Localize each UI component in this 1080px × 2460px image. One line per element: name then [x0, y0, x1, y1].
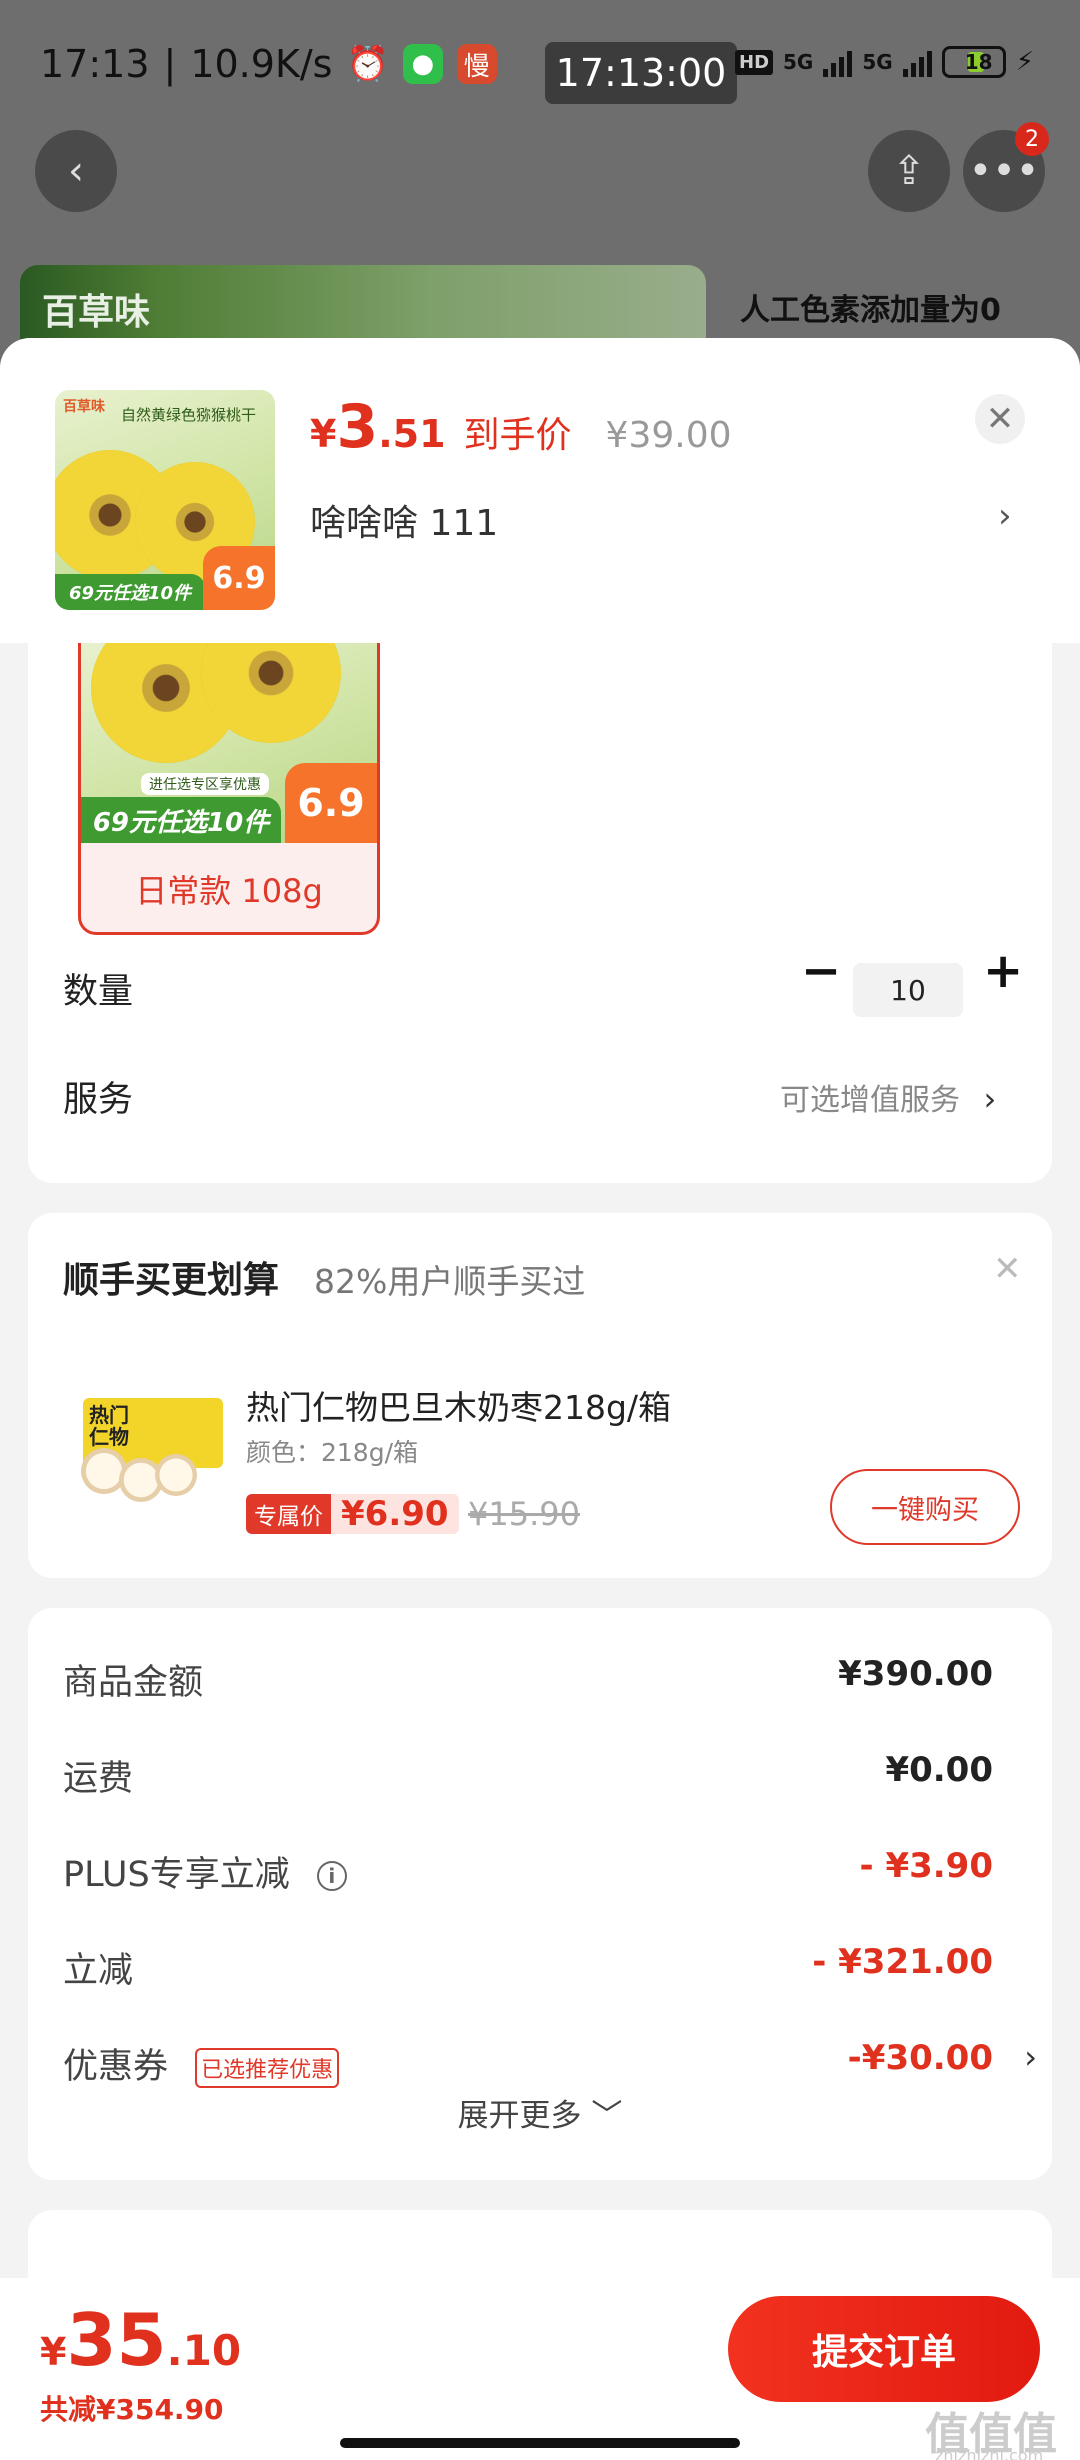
price-row-plus-discount: PLUS专享立减 i - ¥3.90	[63, 1846, 993, 1895]
alarm-icon: ⏰	[346, 44, 389, 84]
notification-badge: 2	[1015, 122, 1049, 156]
close-icon[interactable]: ✕	[993, 1249, 1022, 1289]
status-time: 17:13	[40, 42, 150, 86]
home-indicator[interactable]	[340, 2438, 740, 2448]
watermark-url: zhizhizhi.com	[935, 2446, 1044, 2460]
signal-icon-2	[902, 47, 932, 77]
final-price: ¥ 3 .51 到手价 ¥39.00	[310, 392, 732, 462]
checkout-bar: ¥ 35 .10 共减¥354.90 提交订单 值值值 zhizhizhi.co…	[0, 2278, 1080, 2460]
charging-icon: ⚡	[1015, 47, 1034, 77]
network-speed: 10.9K/s	[190, 42, 333, 86]
chevron-right-icon[interactable]: ›	[998, 496, 1012, 536]
thumb-price: 6.9	[203, 546, 275, 610]
share-button[interactable]: ⇪	[868, 130, 950, 212]
variant-label: 日常款 108g	[135, 872, 323, 910]
price-row-instant-discount: 立减 - ¥321.00	[63, 1942, 993, 1991]
variant-price: 6.9	[285, 763, 377, 843]
network-type-b: 5G	[862, 50, 893, 74]
thumb-title: 自然黄绿色猕猴桃干	[121, 406, 257, 424]
bundle-title: 顺手买更划算	[63, 1260, 280, 1301]
floating-clock: 17:13:00	[545, 42, 737, 104]
chevron-right-icon: ›	[983, 1080, 997, 1118]
bundle-original-price: ¥15.90	[468, 1495, 580, 1533]
price-label: 到手价	[463, 415, 572, 456]
total-saved: 共减¥354.90	[40, 2393, 224, 2426]
original-price: ¥39.00	[605, 415, 732, 456]
total-price: ¥ 35 .10	[40, 2298, 242, 2382]
spec-card: 进任选专区享优惠 69元任选10件 6.9 日常款 108g 数量 − 10 +…	[28, 643, 1052, 1183]
price-detail-card: 商品金额 ¥390.00 运费 ¥0.00 PLUS专享立减 i - ¥3.90…	[28, 1608, 1052, 2180]
selected-spec[interactable]: 啥啥啥 111	[310, 494, 498, 546]
wechat-icon: ●	[402, 44, 443, 84]
hd-icon: HD	[735, 49, 774, 75]
battery-icon: 18	[941, 46, 1006, 78]
banner-text: 人工色素添加量为0	[740, 293, 1001, 328]
chevron-right-icon: ›	[1024, 2038, 1037, 2076]
close-icon[interactable]: ✕	[975, 394, 1025, 444]
bundle-price: ¥6.90	[331, 1494, 459, 1534]
network-type-a: 5G	[783, 50, 814, 74]
price-row-coupon[interactable]: 优惠券 已选推荐优惠 -¥30.00 ›	[63, 2030, 1037, 2090]
status-right: HD 5G 5G 18 ⚡	[735, 46, 1034, 78]
submit-order-button[interactable]: 提交订单	[728, 2296, 1040, 2402]
expand-more-button[interactable]: 展开更多 ﹀	[28, 2090, 1052, 2135]
variant-ribbon: 69元任选10件	[81, 797, 281, 843]
coupon-tag: 已选推荐优惠	[195, 2048, 340, 2088]
status-bar: 17:13 | 10.9K/s ⏰ ● 慢 17:13:00 HD 5G 5G …	[0, 0, 1080, 120]
signal-icon	[823, 47, 853, 77]
price-row-shipping: 运费 ¥0.00	[63, 1750, 993, 1799]
quantity-input[interactable]: 10	[853, 963, 963, 1017]
price-row-goods: 商品金额 ¥390.00	[63, 1654, 993, 1703]
one-click-buy-button[interactable]: 一键购买	[830, 1469, 1020, 1545]
exclusive-tag: 专属价	[246, 1494, 331, 1534]
bundle-product-image[interactable]: 热门 仁物	[63, 1388, 223, 1508]
exclusive-price: 专属价 ¥6.90	[246, 1491, 459, 1537]
service-label: 服务	[63, 1080, 134, 1120]
more-button[interactable]: ••• 2	[963, 122, 1049, 212]
variant-image: 进任选专区享优惠 69元任选10件 6.9	[81, 643, 377, 843]
quantity-minus-button[interactable]: −	[801, 943, 841, 999]
variant-option[interactable]: 进任选专区享优惠 69元任选10件 6.9 日常款 108g	[78, 643, 380, 935]
bundle-card: 顺手买更划算 82%用户顺手买过 ✕ 热门 仁物 热门仁物巴旦木奶枣218g/箱 …	[28, 1213, 1052, 1578]
purchase-sheet: 百草味 自然黄绿色猕猴桃干 69元任选10件 6.9 ¥ 3 .51 到手价 ¥…	[0, 338, 1080, 2460]
back-button[interactable]: ‹	[35, 130, 117, 212]
brand-logo: 百草味	[42, 292, 151, 333]
quantity-label: 数量	[63, 972, 134, 1012]
bundle-product-name[interactable]: 热门仁物巴旦木奶枣218g/箱	[246, 1381, 671, 1429]
thumb-ribbon: 69元任选10件	[55, 574, 205, 610]
thumb-logo: 百草味	[63, 399, 105, 415]
bundle-product-variant: 颜色：218g/箱	[246, 1438, 419, 1467]
box-label: 热门 仁物	[89, 1403, 129, 1449]
service-option[interactable]: 可选增值服务 ›	[780, 1075, 996, 1119]
status-left: 17:13 | 10.9K/s ⏰ ● 慢	[40, 42, 497, 86]
product-thumbnail[interactable]: 百草味 自然黄绿色猕猴桃干 69元任选10件 6.9	[55, 390, 275, 610]
info-icon[interactable]: i	[316, 1861, 347, 1891]
variant-promo: 进任选专区享优惠	[141, 773, 269, 795]
sheet-header: 百草味 自然黄绿色猕猴桃干 69元任选10件 6.9 ¥ 3 .51 到手价 ¥…	[0, 338, 1080, 643]
quantity-plus-button[interactable]: +	[983, 943, 1023, 999]
bundle-subtitle: 82%用户顺手买过	[314, 1262, 586, 1301]
app-notification-icon: 慢	[456, 44, 497, 84]
